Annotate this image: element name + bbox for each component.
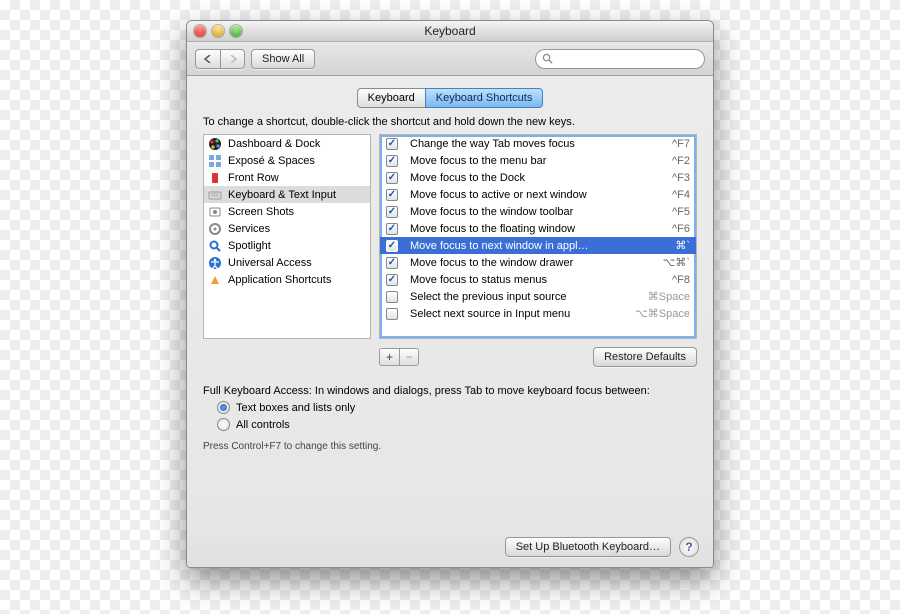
shortcut-checkbox[interactable] [386, 274, 398, 286]
shortcut-label: Move focus to the Dock [404, 172, 666, 184]
keyboard-prefs-window: Keyboard Show All Keyboard Keyboard Shor… [186, 20, 714, 568]
shortcut-checkbox[interactable] [386, 155, 398, 167]
tab-keyboard-shortcuts[interactable]: Keyboard Shortcuts [425, 88, 544, 108]
shortcut-row[interactable]: Select next source in Input menu ⌥⌘Space [380, 305, 696, 322]
shortcut-checkbox[interactable] [386, 189, 398, 201]
shortcut-row[interactable]: Move focus to status menus ^F8 [380, 271, 696, 288]
forward-button[interactable] [220, 49, 245, 69]
universal-icon [208, 256, 222, 270]
category-label: Front Row [228, 172, 279, 184]
category-item[interactable]: Application Shortcuts [204, 271, 370, 288]
titlebar: Keyboard [187, 21, 713, 42]
shortcut-key: ^F8 [672, 274, 692, 286]
shortcut-label: Move focus to next window in appl… [404, 240, 669, 252]
category-item[interactable]: Services [204, 220, 370, 237]
category-label: Services [228, 223, 270, 235]
shortcut-key: ⌘Space [648, 290, 692, 303]
apps-icon [208, 273, 222, 287]
shortcut-row[interactable]: Move focus to the window toolbar ^F5 [380, 203, 696, 220]
shortcut-key: ⌘` [675, 239, 692, 252]
setup-bluetooth-button[interactable]: Set Up Bluetooth Keyboard… [505, 537, 671, 557]
chevron-right-icon [229, 55, 237, 63]
search-icon [542, 53, 553, 64]
keyboard-icon [208, 188, 222, 202]
screenshot-icon [208, 205, 222, 219]
shortcut-key: ^F6 [672, 223, 692, 235]
shortcut-checkbox[interactable] [386, 206, 398, 218]
services-icon [208, 222, 222, 236]
category-item[interactable]: Front Row [204, 169, 370, 186]
spotlight-icon [208, 239, 222, 253]
shortcut-label: Select next source in Input menu [404, 308, 629, 320]
category-item[interactable]: Dashboard & Dock [204, 135, 370, 152]
search-input[interactable] [557, 52, 703, 66]
category-label: Screen Shots [228, 206, 294, 218]
chevron-left-icon [204, 55, 212, 63]
category-label: Spotlight [228, 240, 271, 252]
shortcut-row[interactable]: Select the previous input source ⌘Space [380, 288, 696, 305]
shortcut-label: Move focus to active or next window [404, 189, 666, 201]
category-item[interactable]: Universal Access [204, 254, 370, 271]
shortcut-checkbox[interactable] [386, 138, 398, 150]
shortcut-key: ^F4 [672, 189, 692, 201]
show-all-button[interactable]: Show All [251, 49, 315, 69]
category-label: Application Shortcuts [228, 274, 331, 286]
shortcut-label: Change the way Tab moves focus [404, 138, 666, 150]
radio-all-controls[interactable] [217, 418, 230, 431]
radio-label-text-boxes: Text boxes and lists only [236, 402, 355, 414]
shortcut-key: ^F7 [672, 138, 692, 150]
shortcut-key: ⌥⌘` [663, 256, 692, 269]
instruction-text: To change a shortcut, double-click the s… [203, 116, 697, 128]
shortcut-row[interactable]: Move focus to the window drawer ⌥⌘` [380, 254, 696, 271]
remove-button[interactable]: − [399, 348, 419, 366]
shortcut-row[interactable]: Move focus to the floating window ^F6 [380, 220, 696, 237]
shortcut-checkbox[interactable] [386, 308, 398, 320]
shortcut-label: Select the previous input source [404, 291, 642, 303]
shortcut-row[interactable]: Move focus to the menu bar ^F2 [380, 152, 696, 169]
shortcut-key: ^F3 [672, 172, 692, 184]
category-item[interactable]: Screen Shots [204, 203, 370, 220]
frontrow-icon [208, 171, 222, 185]
shortcut-checkbox[interactable] [386, 223, 398, 235]
category-item[interactable]: Keyboard & Text Input [204, 186, 370, 203]
shortcut-label: Move focus to the menu bar [404, 155, 666, 167]
shortcut-row[interactable]: Change the way Tab moves focus ^F7 [380, 135, 696, 152]
shortcut-row[interactable]: Move focus to next window in appl… ⌘` [380, 237, 696, 254]
shortcut-label: Move focus to status menus [404, 274, 666, 286]
radio-text-boxes-lists[interactable] [217, 401, 230, 414]
search-field[interactable] [535, 49, 705, 69]
category-item[interactable]: Exposé & Spaces [204, 152, 370, 169]
shortcut-checkbox[interactable] [386, 291, 398, 303]
shortcut-label: Move focus to the floating window [404, 223, 666, 235]
tab-keyboard[interactable]: Keyboard [357, 88, 425, 108]
shortcut-row[interactable]: Move focus to the Dock ^F3 [380, 169, 696, 186]
restore-defaults-button[interactable]: Restore Defaults [593, 347, 697, 367]
category-label: Dashboard & Dock [228, 138, 320, 150]
shortcut-row[interactable]: Move focus to active or next window ^F4 [380, 186, 696, 203]
category-label: Universal Access [228, 257, 312, 269]
toolbar: Show All [187, 42, 713, 76]
shortcut-checkbox[interactable] [386, 257, 398, 269]
window-title: Keyboard [187, 24, 713, 38]
category-label: Keyboard & Text Input [228, 189, 336, 201]
shortcut-key: ^F5 [672, 206, 692, 218]
help-button[interactable]: ? [679, 537, 699, 557]
back-button[interactable] [195, 49, 220, 69]
dashboard-icon [208, 137, 222, 151]
expose-icon [208, 154, 222, 168]
shortcut-checkbox[interactable] [386, 172, 398, 184]
shortcut-key: ^F2 [672, 155, 692, 167]
add-button[interactable]: + [379, 348, 399, 366]
fka-hint: Press Control+F7 to change this setting. [203, 441, 697, 452]
shortcut-checkbox[interactable] [386, 240, 398, 252]
shortcut-label: Move focus to the window toolbar [404, 206, 666, 218]
category-item[interactable]: Spotlight [204, 237, 370, 254]
category-label: Exposé & Spaces [228, 155, 315, 167]
shortcut-list[interactable]: Change the way Tab moves focus ^F7 Move fo… [379, 134, 697, 339]
shortcut-key: ⌥⌘Space [635, 307, 692, 320]
category-list[interactable]: Dashboard & Dock Exposé & Spaces Front Row… [203, 134, 371, 339]
shortcut-label: Move focus to the window drawer [404, 257, 657, 269]
radio-label-all-controls: All controls [236, 419, 290, 431]
fka-prompt: Full Keyboard Access: In windows and dia… [203, 385, 697, 397]
